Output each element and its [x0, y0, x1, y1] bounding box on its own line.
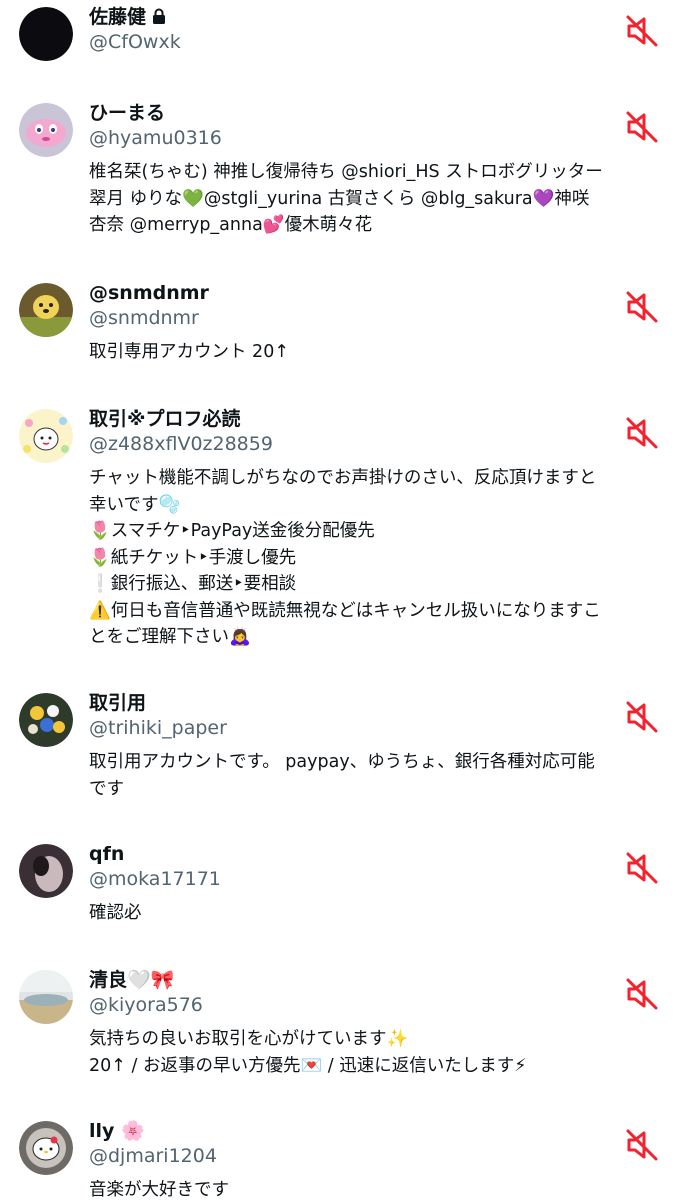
user-handle: @djmari1204 — [89, 1145, 217, 1167]
muted-speaker-icon — [626, 417, 658, 449]
bio-line: 🌷紙チケット‣手渡し優先 — [89, 547, 297, 568]
avatar[interactable] — [19, 7, 73, 61]
unmute-button[interactable] — [624, 699, 660, 735]
user-handle: @CfOwxk — [89, 31, 181, 53]
bio-line: 取引用アカウントです。 paypay、ゆうちょ、銀行各種対応可能 — [89, 752, 595, 772]
unmute-button[interactable] — [624, 109, 660, 145]
bio-line: 杏奈 @merryp_anna💕優木萌々花 — [89, 215, 373, 235]
unmute-button[interactable] — [624, 13, 660, 49]
muted-speaker-icon — [626, 15, 658, 47]
display-name[interactable]: qfn — [89, 841, 124, 867]
muted-speaker-icon — [626, 111, 658, 143]
user-handle: @z488xflV0z28859 — [89, 433, 273, 455]
muted-speaker-icon — [626, 1129, 658, 1161]
bio-line: とをご理解下さい🙇‍♀️ — [89, 627, 251, 647]
avatar[interactable] — [19, 970, 73, 1024]
muted-speaker-icon — [626, 852, 658, 884]
user-bio: 取引用アカウントです。 paypay、ゆうちょ、銀行各種対応可能 です — [89, 749, 665, 802]
bio-line: チャット機能不調しがちなのでお声掛けのさい、反応頂けますと — [89, 468, 597, 488]
display-name[interactable]: 取引※プロフ必読 — [89, 406, 240, 432]
display-name[interactable]: 清良🤍🎀 — [89, 967, 174, 993]
unmute-button[interactable] — [624, 415, 660, 451]
display-name[interactable]: 佐藤健 — [89, 4, 166, 32]
unmute-button[interactable] — [624, 976, 660, 1012]
bio-line: 🌷スマチケ‣PayPay送金後分配優先 — [89, 521, 375, 541]
display-name[interactable]: ひーまる — [89, 100, 165, 126]
user-bio: 気持ちの良いお取引を心がけています✨ 20↑ / お返事の早い方優先💌 / 迅速… — [89, 1026, 665, 1079]
avatar[interactable] — [19, 409, 73, 463]
display-name[interactable]: 取引用 — [89, 690, 146, 716]
avatar[interactable] — [19, 1121, 73, 1175]
user-bio: 椎名栞(ちゃむ) 神推し復帰待ち @shiori_HS ストロボグリッター 翠月… — [89, 159, 665, 239]
bio-line: 椎名栞(ちゃむ) 神推し復帰待ち @shiori_HS ストロボグリッター — [89, 162, 603, 182]
user-bio: 確認必 — [89, 900, 665, 927]
user-bio: チャット機能不調しがちなのでお声掛けのさい、反応頂けますと 幸いです🫧 🌷スマチ… — [89, 465, 665, 651]
display-name-text: 佐藤健 — [89, 6, 147, 28]
user-handle: @kiyora576 — [89, 994, 203, 1016]
avatar[interactable] — [19, 283, 73, 337]
unmute-button[interactable] — [624, 1127, 660, 1163]
bio-line: 翠月 ゆりな💚@stgli_yurina 古賀さくら @blg_sakura💜神… — [89, 188, 590, 209]
user-handle: @snmdnmr — [89, 307, 199, 329]
unmute-button[interactable] — [624, 850, 660, 886]
bio-line: 幸いです🫧 — [89, 494, 181, 515]
user-handle: @moka17171 — [89, 868, 221, 890]
bio-line: ❕銀行振込、郵送‣要相談 — [89, 574, 297, 594]
avatar[interactable] — [19, 693, 73, 747]
bio-line: 20↑ / お返事の早い方優先💌 / 迅速に返信いたします⚡ — [89, 1055, 527, 1076]
user-handle: @trihiki_paper — [89, 717, 227, 739]
bio-line: ⚠️何日も音信普通や既読無視などはキャンセル扱いになりますこ — [89, 600, 601, 621]
avatar[interactable] — [19, 103, 73, 157]
display-name[interactable]: @snmdnmr — [89, 280, 209, 306]
user-handle: @hyamu0316 — [89, 127, 222, 149]
muted-speaker-icon — [626, 978, 658, 1010]
avatar[interactable] — [19, 844, 73, 898]
muted-speaker-icon — [626, 291, 658, 323]
bio-line: です — [89, 778, 124, 799]
display-name[interactable]: lly 🌸 — [89, 1118, 145, 1144]
bio-line: 取引専用アカウント 20↑ — [89, 342, 289, 362]
bio-line: 気持ちの良いお取引を心がけています✨ — [89, 1029, 409, 1049]
muted-speaker-icon — [626, 701, 658, 733]
user-bio: 取引専用アカウント 20↑ — [89, 339, 665, 366]
bio-line: 確認必 — [89, 903, 142, 923]
unmute-button[interactable] — [624, 289, 660, 325]
